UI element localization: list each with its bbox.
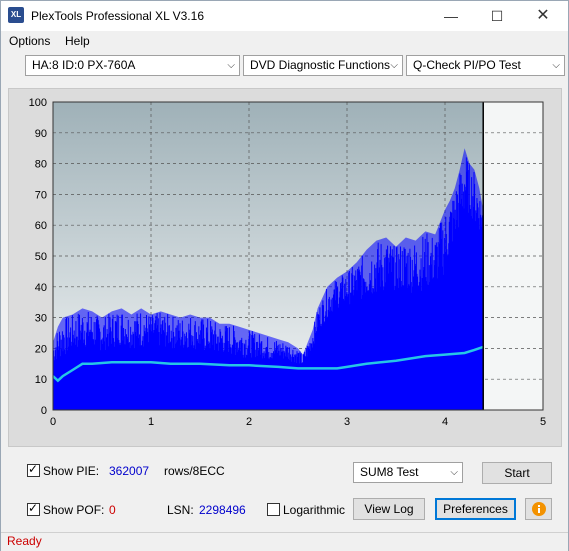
logarithmic-label: Logarithmic bbox=[283, 503, 346, 517]
lsn-label: LSN: bbox=[167, 503, 194, 517]
show-pof-label: Show POF: bbox=[43, 503, 105, 517]
chevron-down-icon: ⌵ bbox=[227, 60, 235, 71]
preferences-button[interactable]: Preferences bbox=[435, 498, 516, 520]
function-select[interactable]: DVD Diagnostic Functions ⌵ bbox=[243, 55, 403, 76]
x-tick-label: 2 bbox=[246, 416, 252, 428]
title-bar: XL PlexTools Professional XL V3.16 — ☐ ✕ bbox=[1, 1, 568, 31]
menu-options-label: Options bbox=[9, 34, 51, 48]
selector-row: HA:8 ID:0 PX-760A ⌵ DVD Diagnostic Funct… bbox=[1, 53, 568, 81]
status-text: Ready bbox=[7, 534, 42, 548]
status-bar: Ready bbox=[1, 532, 568, 551]
start-button[interactable]: Start bbox=[482, 462, 552, 484]
x-tick-label: 5 bbox=[540, 416, 546, 428]
test-select-value: Q-Check PI/PO Test bbox=[413, 58, 521, 72]
show-pof-checkbox[interactable] bbox=[27, 501, 40, 516]
menu-help[interactable]: Help bbox=[65, 34, 90, 48]
y-tick-label: 80 bbox=[35, 159, 47, 171]
x-tick-label: 0 bbox=[50, 416, 56, 428]
drive-select[interactable]: HA:8 ID:0 PX-760A ⌵ bbox=[25, 55, 240, 76]
x-tick-label: 1 bbox=[148, 416, 154, 428]
y-tick-label: 90 bbox=[35, 128, 47, 140]
chart-panel: 0 10 20 30 40 50 60 70 80 90 100 0 1 2 3 4 5 bbox=[8, 88, 562, 447]
y-tick-label: 100 bbox=[29, 97, 47, 109]
sum-test-value: SUM8 Test bbox=[360, 465, 419, 479]
menu-help-label: Help bbox=[65, 34, 90, 48]
y-tick-label: 70 bbox=[35, 189, 47, 201]
lsn-value: 2298496 bbox=[199, 503, 246, 517]
preferences-label: Preferences bbox=[443, 502, 508, 516]
y-tick-label: 0 bbox=[41, 405, 47, 417]
y-tick-label: 30 bbox=[35, 313, 47, 325]
pof-count: 0 bbox=[109, 503, 116, 517]
menu-options[interactable]: Options bbox=[9, 34, 50, 48]
y-tick-label: 20 bbox=[35, 343, 47, 355]
pie-count: 362007 bbox=[109, 464, 150, 478]
function-select-value: DVD Diagnostic Functions bbox=[250, 58, 391, 72]
window-title: PlexTools Professional XL V3.16 bbox=[31, 9, 204, 23]
rows-unit-label: rows/8ECC bbox=[164, 464, 225, 478]
show-pie-checkbox[interactable] bbox=[27, 462, 40, 477]
close-button[interactable]: ✕ bbox=[520, 1, 566, 31]
view-log-button[interactable]: View Log bbox=[353, 498, 425, 520]
logarithmic-checkbox[interactable] bbox=[267, 503, 280, 516]
chevron-down-icon: ⌵ bbox=[390, 60, 398, 71]
minimize-button[interactable]: — bbox=[428, 1, 474, 31]
controls-panel: Show PIE: 362007 rows/8ECC Show POF: 0 L… bbox=[8, 453, 560, 528]
info-button[interactable] bbox=[525, 498, 552, 520]
pi-po-chart: 0 10 20 30 40 50 60 70 80 90 100 0 1 2 3 4 5 bbox=[29, 97, 546, 428]
app-logo-icon: XL bbox=[8, 7, 24, 23]
app-window: XL PlexTools Professional XL V3.16 — ☐ ✕… bbox=[0, 0, 569, 551]
maximize-button[interactable]: ☐ bbox=[474, 1, 520, 31]
chevron-down-icon: ⌵ bbox=[552, 60, 560, 71]
x-tick-label: 3 bbox=[344, 416, 350, 428]
test-select[interactable]: Q-Check PI/PO Test ⌵ bbox=[406, 55, 565, 76]
chevron-down-icon: ⌵ bbox=[450, 467, 458, 478]
y-tick-label: 60 bbox=[35, 220, 47, 232]
y-tick-label: 40 bbox=[35, 282, 47, 294]
y-tick-label: 10 bbox=[35, 374, 47, 386]
menu-bar: Options Help bbox=[1, 31, 568, 51]
info-icon bbox=[531, 502, 546, 516]
x-tick-label: 4 bbox=[442, 416, 448, 428]
y-tick-label: 50 bbox=[35, 251, 47, 263]
sum-test-select[interactable]: SUM8 Test ⌵ bbox=[353, 462, 463, 483]
view-log-label: View Log bbox=[364, 502, 414, 516]
start-button-label: Start bbox=[504, 466, 530, 480]
show-pie-label: Show PIE: bbox=[43, 464, 100, 478]
drive-select-value: HA:8 ID:0 PX-760A bbox=[32, 58, 136, 72]
